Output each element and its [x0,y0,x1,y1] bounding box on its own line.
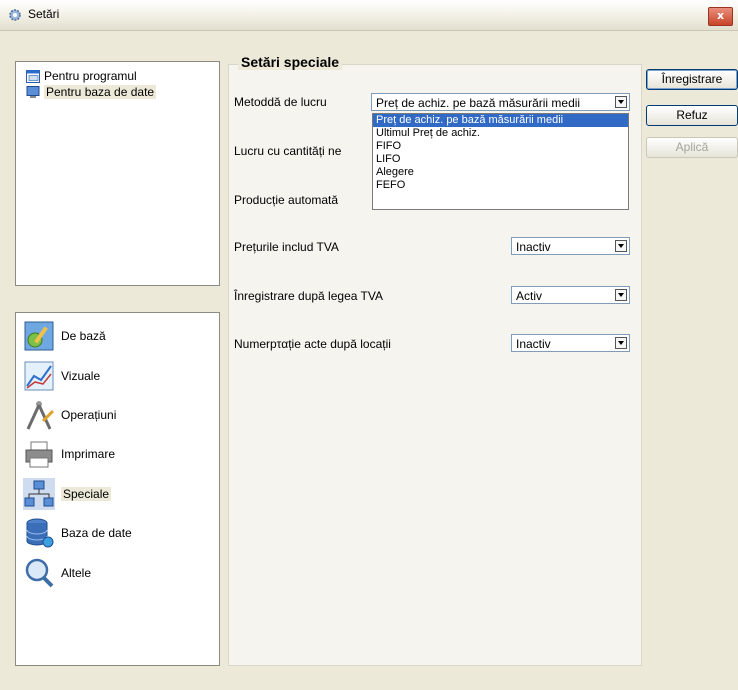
vat-registration-value: Activ [516,289,543,303]
printer-icon [23,438,55,470]
dropdown-option[interactable]: FEFO [373,179,628,192]
computer-icon [26,85,40,99]
tree-item-label: Pentru baza de date [44,85,157,99]
save-button[interactable]: Înregistrare [646,69,738,90]
method-label: Metoddă de lucru [234,95,327,109]
method-select[interactable]: Preț de achiz. pe bază măsurării medii [371,93,630,111]
vat-registration-select[interactable]: Activ [511,286,630,304]
numbering-label: Numerpταție acte după locații [234,337,391,351]
category-imprimare[interactable]: Imprimare [23,436,115,472]
category-speciale[interactable]: Speciale [23,476,112,512]
window-icon [26,69,40,83]
dropdown-option[interactable]: Alegere [373,166,628,179]
magnifier-icon [23,557,55,589]
category-de-baza[interactable]: De bază [23,318,106,354]
method-value: Preț de achiz. pe bază măsurării medii [376,96,581,110]
category-label: Baza de date [61,526,132,540]
gear-icon [8,8,22,22]
category-vizuale[interactable]: Vizuale [23,358,100,394]
cancel-button[interactable]: Refuz [646,105,738,126]
chevron-down-icon[interactable] [615,240,627,252]
close-icon: x [716,9,725,22]
vat-registration-label: Înregistrare după legea TVA [234,289,383,303]
settings-tools-icon [23,320,55,352]
chart-icon [23,360,55,392]
tree-item-program[interactable]: Pentru programul [26,68,137,84]
category-baza-de-date[interactable]: Baza de date [23,515,132,551]
dropdown-option[interactable]: Preț de achiz. pe bază măsurării medii [373,114,628,127]
numbering-value: Inactiv [516,337,551,351]
apply-button[interactable]: Aplică [646,137,738,158]
category-label: Operațiuni [61,408,117,422]
numbering-select[interactable]: Inactiv [511,334,630,352]
chevron-down-icon[interactable] [615,337,627,349]
dropdown-option[interactable]: LIFO [373,153,628,166]
category-list: De bază Vizuale Operațiuni Imprimare Spe… [15,312,220,666]
tree-item-database[interactable]: Pentru baza de date [26,84,157,100]
chevron-down-icon[interactable] [615,96,627,108]
window-title: Setări [28,7,60,21]
category-altele[interactable]: Altele [23,555,91,591]
prices-vat-value: Inactiv [516,240,551,254]
tree-item-label: Pentru programul [44,69,137,83]
settings-scope-tree: Pentru programul Pentru baza de date [15,61,220,286]
prices-vat-label: Prețurile includ TVA [234,240,339,254]
category-operatiuni[interactable]: Operațiuni [23,397,116,433]
dropdown-option[interactable]: FIFO [373,140,628,153]
category-label: Imprimare [61,447,116,461]
dropdown-option[interactable]: Ultimul Preț de achiz. [373,127,628,140]
prices-vat-select[interactable]: Inactiv [511,237,630,255]
category-label: Altele [61,566,92,580]
negative-qty-label: Lucru cu cantități ne [234,144,342,158]
section-title: Setări speciale [238,54,343,70]
close-button[interactable]: x [708,7,733,26]
auto-production-label: Producție automată [234,193,339,207]
method-dropdown-list: Preț de achiz. pe bază măsurării medii U… [372,113,629,210]
category-label: De bază [61,329,106,343]
category-label: Speciale [61,487,112,501]
compass-icon [23,399,55,431]
network-icon [23,478,55,510]
chevron-down-icon[interactable] [615,289,627,301]
database-icon [23,517,55,549]
category-label: Vizuale [61,369,101,383]
title-bar: Setări x [0,0,738,31]
